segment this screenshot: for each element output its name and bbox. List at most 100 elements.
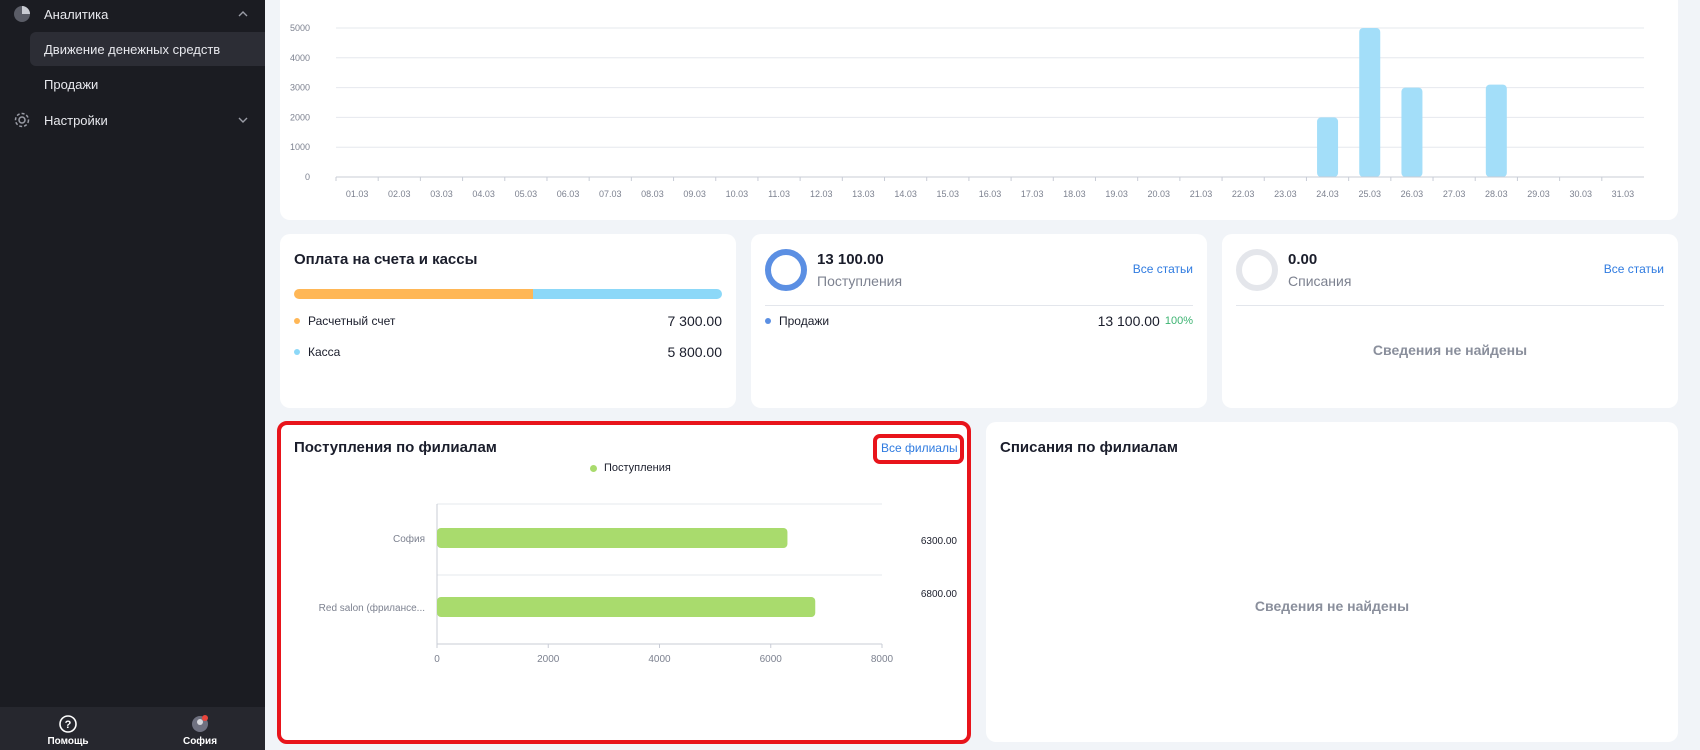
x-tick-label: 30.03 (1569, 189, 1592, 199)
expense-ring (1236, 249, 1278, 291)
row-value: 13 100.00 (1097, 313, 1160, 329)
bar (1359, 28, 1381, 177)
x-tick-label: 24.03 (1316, 189, 1339, 199)
x-tick-label: 10.03 (726, 189, 749, 199)
x-tick-label: 2000 (537, 654, 560, 665)
y-tick-label: 3000 (290, 83, 310, 93)
expense-branches-title: Списания по филиалам (1000, 439, 1178, 456)
expense-card: 0.00 Списания Все статьи Сведения не най… (1222, 234, 1678, 408)
y-tick-label: 2000 (290, 112, 310, 122)
user-label: София (182, 736, 218, 747)
x-tick-label: 4000 (648, 654, 671, 665)
x-tick-label: 25.03 (1358, 189, 1381, 199)
sidebar-item-cashflow[interactable]: Движение денежных средств (30, 32, 265, 66)
legend-label: Поступления (604, 462, 671, 474)
x-tick-label: 20.03 (1148, 189, 1171, 199)
bar (437, 528, 788, 548)
row-label: Расчетный счет (308, 314, 396, 328)
legend-dot (294, 349, 300, 355)
svg-text:?: ? (65, 719, 72, 731)
daily-bar-chart: 0 1000 2000 3000 4000 5000 01.03 02.03 03.03 04.0… (290, 23, 1644, 199)
x-tick-label: 13.03 (852, 189, 875, 199)
income-all-articles-link[interactable]: Все статьи (1133, 262, 1193, 276)
gear-icon (12, 110, 32, 130)
divider (1236, 305, 1664, 306)
user-button[interactable]: София (160, 715, 240, 747)
bar (1485, 84, 1507, 177)
income-label: Поступления (817, 273, 903, 289)
x-tick-label: 05.03 (515, 189, 538, 199)
income-ring (765, 249, 807, 291)
expense-amount: 0.00 (1288, 251, 1318, 268)
pie-chart-icon (12, 4, 32, 24)
x-tick-label: 09.03 (683, 189, 706, 199)
x-tick-label: 28.03 (1485, 189, 1508, 199)
help-button[interactable]: ? Помощь (28, 715, 108, 747)
divider (765, 305, 1193, 306)
sidebar-item-analytics[interactable]: Аналитика (0, 0, 265, 31)
chevron-down-icon (238, 117, 248, 123)
empty-message: Сведения не найдены (1372, 342, 1528, 358)
x-tick-label: 26.03 (1401, 189, 1424, 199)
sidebar-item-label: Движение денежных средств (44, 41, 221, 57)
x-tick-label: 18.03 (1063, 189, 1086, 199)
payments-share-bar (294, 289, 722, 299)
x-tick-label: 17.03 (1021, 189, 1044, 199)
chart-legend: Поступления (590, 462, 671, 474)
x-tick-label: 19.03 (1105, 189, 1128, 199)
row-value: 5 800.00 (667, 344, 723, 360)
x-tick-label: 23.03 (1274, 189, 1297, 199)
x-tick-label: 27.03 (1443, 189, 1466, 199)
sidebar-bottom-bar: ? Помощь София (0, 707, 265, 750)
y-tick-label: 5000 (290, 23, 310, 33)
data-label: 6800.00 (921, 589, 958, 600)
row-percent: 100% (1164, 315, 1193, 327)
x-tick-label: 04.03 (472, 189, 495, 199)
empty-message: Сведения не найдены (1254, 598, 1410, 614)
row-value: 7 300.00 (667, 313, 723, 329)
x-tick-label: 16.03 (979, 189, 1002, 199)
list-item: Касса 5 800.00 (294, 343, 722, 361)
help-icon: ? (59, 715, 77, 733)
bar (1401, 87, 1423, 177)
chevron-up-icon (238, 11, 248, 17)
list-item: Расчетный счет 7 300.00 (294, 312, 722, 330)
daily-chart-card: 0 1000 2000 3000 4000 5000 01.03 02.03 03.03 04.0… (280, 0, 1678, 220)
legend-dot (294, 318, 300, 324)
x-tick-label: 01.03 (346, 189, 369, 199)
y-tick-label: 1000 (290, 142, 310, 152)
list-item: Продажи 13 100.00 100% (765, 312, 1193, 330)
income-amount: 13 100.00 (817, 251, 884, 268)
x-tick-label: 11.03 (768, 189, 790, 199)
x-tick-label: 21.03 (1190, 189, 1213, 199)
x-tick-label: 02.03 (388, 189, 411, 199)
x-tick-label: 29.03 (1527, 189, 1550, 199)
x-tick-label: 14.03 (894, 189, 917, 199)
x-tick-label: 8000 (871, 654, 894, 665)
bar (437, 597, 816, 617)
x-tick-label: 0 (434, 654, 440, 665)
expense-branches-card: Списания по филиалам Сведения не найдены (986, 422, 1678, 742)
y-tick-label: 4000 (290, 53, 310, 63)
expense-label: Списания (1288, 273, 1352, 289)
category-label: София (393, 533, 425, 545)
sidebar: Аналитика Движение денежных средств Прод… (0, 0, 265, 750)
sidebar-item-settings[interactable]: Настройки (0, 103, 265, 137)
expense-all-articles-link[interactable]: Все статьи (1604, 262, 1664, 276)
category-label: Red salon (фрилансe... (319, 602, 425, 614)
row-label: Касса (308, 345, 341, 359)
x-tick-label: 31.03 (1612, 189, 1635, 199)
help-label: Помощь (47, 736, 89, 747)
payments-card: Оплата на счета и кассы Расчетный счет 7… (280, 234, 736, 408)
share-segment-cash (532, 289, 722, 299)
sidebar-item-sales[interactable]: Продажи (30, 67, 265, 101)
x-tick-label: 08.03 (641, 189, 664, 199)
x-tick-label: 6000 (760, 654, 783, 665)
x-tick-label: 03.03 (430, 189, 453, 199)
legend-dot (590, 464, 597, 472)
share-segment-account (294, 289, 533, 299)
row-label: Продажи (779, 314, 830, 328)
x-tick-label: 15.03 (937, 189, 960, 199)
y-tick-label: 0 (305, 172, 310, 182)
legend-dot (765, 318, 771, 324)
